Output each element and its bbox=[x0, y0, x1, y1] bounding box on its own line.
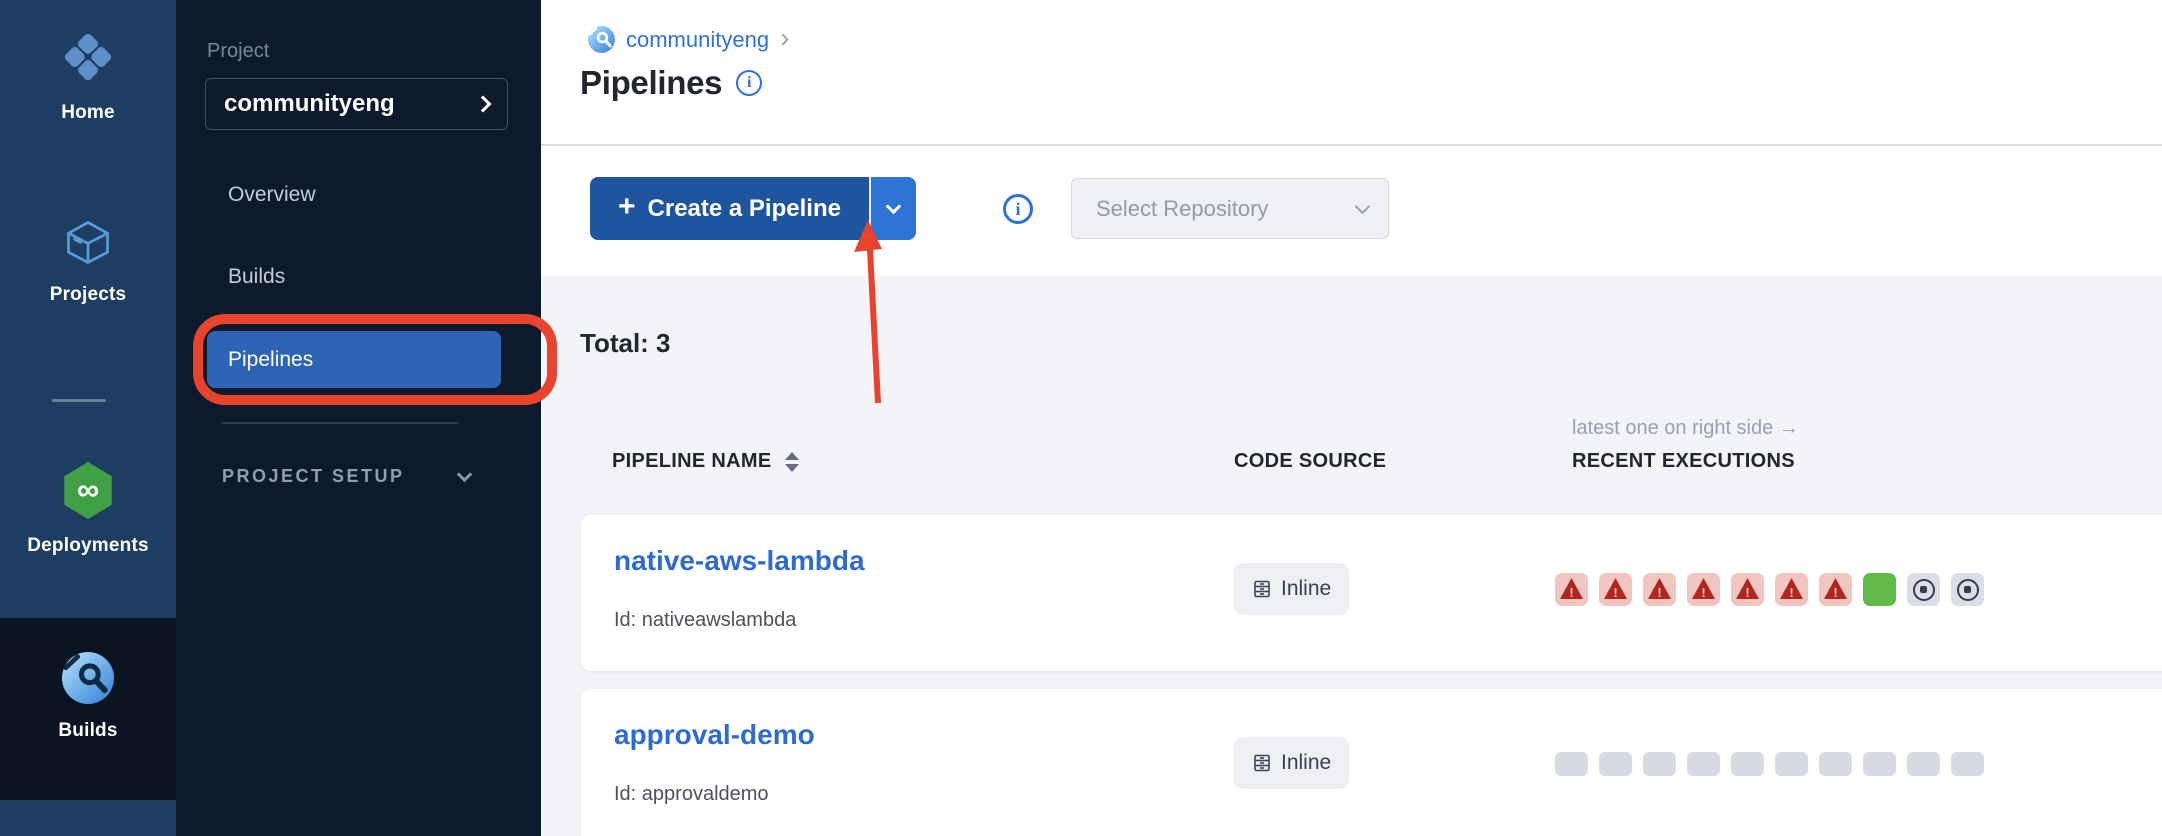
recent-executions bbox=[1555, 747, 1984, 780]
rail-item-deployments[interactable]: ∞ Deployments bbox=[0, 462, 176, 557]
repository-select-placeholder: Select Repository bbox=[1096, 196, 1268, 222]
module-rail: Home Projects ∞ Deployments bbox=[0, 0, 176, 836]
chevron-right-icon bbox=[475, 96, 492, 113]
project-selector[interactable]: communityeng bbox=[205, 78, 508, 130]
pipeline-id: Id: approvaldemo bbox=[614, 783, 769, 806]
builds-drone-icon bbox=[62, 652, 114, 704]
plus-icon: + bbox=[618, 192, 636, 222]
project-sidebar: Project communityeng Overview Builds Pip… bbox=[176, 0, 541, 836]
repository-select[interactable]: Select Repository bbox=[1071, 178, 1389, 239]
execution-empty-icon bbox=[1819, 752, 1852, 776]
chevron-down-icon bbox=[886, 198, 902, 214]
code-source-label: Inline bbox=[1281, 751, 1331, 775]
execution-stopped-icon[interactable] bbox=[1907, 573, 1940, 606]
rail-item-home[interactable]: Home bbox=[0, 28, 176, 124]
breadcrumb-project-link[interactable]: communityeng bbox=[626, 27, 769, 53]
create-pipeline-info-icon[interactable] bbox=[1003, 194, 1033, 224]
toolbar: + Create a Pipeline Select Repository bbox=[541, 146, 2162, 276]
code-source-badge: Inline bbox=[1234, 563, 1349, 615]
pipeline-name-link[interactable]: native-aws-lambda bbox=[614, 545, 865, 577]
rail-label: Projects bbox=[50, 284, 127, 306]
sidebar-item-pipelines-active[interactable]: Pipelines bbox=[207, 331, 501, 388]
rail-item-projects[interactable]: Projects bbox=[0, 216, 176, 306]
execution-failed-icon[interactable] bbox=[1599, 573, 1632, 606]
execution-empty-icon bbox=[1687, 752, 1720, 776]
execution-empty-icon bbox=[1731, 752, 1764, 776]
execution-empty-icon bbox=[1775, 752, 1808, 776]
title-info-icon[interactable] bbox=[736, 70, 762, 96]
column-header-code-source: CODE SOURCE bbox=[1234, 450, 1386, 473]
selected-project-name: communityeng bbox=[224, 90, 395, 118]
execution-failed-icon[interactable] bbox=[1687, 573, 1720, 606]
project-module-icon bbox=[588, 26, 615, 53]
sidebar-item-builds[interactable]: Builds bbox=[228, 265, 285, 289]
sort-icon[interactable] bbox=[785, 452, 799, 472]
sidebar-item-overview[interactable]: Overview bbox=[228, 183, 316, 207]
recent-executions bbox=[1555, 573, 1984, 606]
column-header-pipeline-name: PIPELINE NAME bbox=[612, 450, 799, 473]
rail-divider bbox=[52, 399, 106, 402]
execution-failed-icon[interactable] bbox=[1819, 573, 1852, 606]
main-content: communityeng › Pipelines + Create a Pipe… bbox=[541, 0, 2162, 836]
page-header: communityeng › Pipelines bbox=[541, 0, 2162, 146]
page-title: Pipelines bbox=[580, 64, 722, 102]
project-setup-label: PROJECT SETUP bbox=[222, 466, 405, 487]
breadcrumb: communityeng › bbox=[588, 26, 789, 53]
chevron-down-icon bbox=[457, 467, 473, 483]
chevron-down-icon bbox=[1355, 199, 1371, 215]
code-source-label: Inline bbox=[1281, 577, 1331, 601]
title-row: Pipelines bbox=[580, 64, 762, 102]
inline-store-icon bbox=[1252, 579, 1272, 599]
rail-label: Builds bbox=[58, 720, 117, 742]
column-label: PIPELINE NAME bbox=[612, 450, 771, 473]
projects-cube-icon bbox=[62, 216, 114, 268]
execution-failed-icon[interactable] bbox=[1731, 573, 1764, 606]
create-pipeline-split-button: + Create a Pipeline bbox=[590, 177, 916, 240]
pipeline-name-link[interactable]: approval-demo bbox=[614, 719, 815, 751]
pipelines-list-area: Total: 3 latest one on right side → PIPE… bbox=[541, 276, 2162, 836]
execution-empty-icon bbox=[1863, 752, 1896, 776]
executions-hint: latest one on right side → bbox=[1572, 417, 1799, 440]
sidebar-divider bbox=[222, 422, 458, 424]
execution-failed-icon[interactable] bbox=[1775, 573, 1808, 606]
rail-label: Home bbox=[61, 102, 115, 124]
project-setup-section-toggle[interactable]: PROJECT SETUP bbox=[222, 466, 470, 487]
pipeline-row[interactable]: native-aws-lambda Id: nativeawslambda In… bbox=[581, 515, 2162, 671]
column-header-recent-executions: RECENT EXECUTIONS bbox=[1572, 450, 1795, 473]
execution-empty-icon bbox=[1951, 752, 1984, 776]
pipeline-id: Id: nativeawslambda bbox=[614, 609, 796, 632]
execution-failed-icon[interactable] bbox=[1643, 573, 1676, 606]
project-label: Project bbox=[207, 40, 269, 63]
breadcrumb-chevron-icon: › bbox=[780, 28, 789, 48]
execution-empty-icon bbox=[1643, 752, 1676, 776]
execution-empty-icon bbox=[1555, 752, 1588, 776]
execution-empty-icon bbox=[1907, 752, 1940, 776]
create-pipeline-label: Create a Pipeline bbox=[648, 195, 841, 223]
pipeline-row[interactable]: approval-demo Id: approvaldemo Inline bbox=[581, 689, 2162, 836]
execution-success-icon[interactable] bbox=[1863, 573, 1896, 606]
create-pipeline-button[interactable]: + Create a Pipeline bbox=[590, 177, 871, 240]
total-count: Total: 3 bbox=[580, 328, 671, 359]
inline-store-icon bbox=[1252, 753, 1272, 773]
code-source-badge: Inline bbox=[1234, 737, 1349, 789]
create-pipeline-dropdown-toggle[interactable] bbox=[871, 177, 916, 240]
execution-stopped-icon[interactable] bbox=[1951, 573, 1984, 606]
pipelines-page: { "colors": { "sidebar_rail": "#1e3d63",… bbox=[0, 0, 2162, 836]
deployments-hexagon-icon: ∞ bbox=[61, 462, 115, 519]
execution-failed-icon[interactable] bbox=[1555, 573, 1588, 606]
rail-item-builds[interactable]: Builds bbox=[0, 652, 176, 742]
execution-empty-icon bbox=[1599, 752, 1632, 776]
rail-label: Deployments bbox=[27, 535, 149, 557]
home-icon bbox=[59, 28, 117, 86]
rail-active-section: Builds bbox=[0, 618, 176, 800]
